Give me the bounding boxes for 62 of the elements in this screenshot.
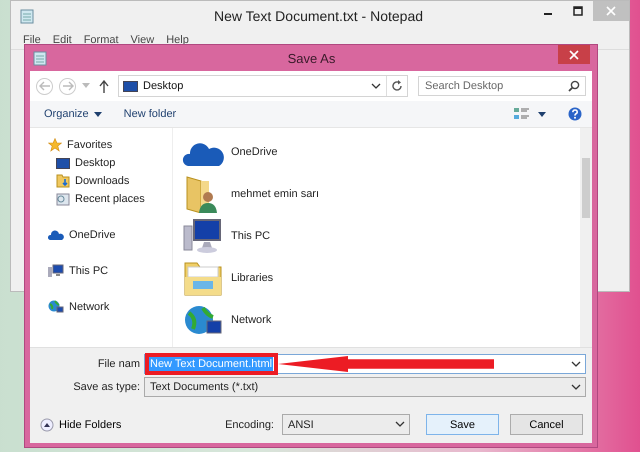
sidebar-item[interactable]: OneDrive [30,226,172,244]
file-list-item[interactable]: Network [181,300,580,340]
desktop-icon [56,158,70,168]
menu-item[interactable]: Edit [46,34,78,46]
maximize-icon [573,6,583,16]
network-icon [48,300,64,314]
search-field[interactable]: Search Desktop [418,76,586,96]
caret-icon [371,82,381,90]
encoding-dropdown[interactable]: ANSI [282,414,410,435]
star-icon [48,138,62,152]
save-type-dropdown[interactable]: Text Documents (*.txt) [144,377,586,397]
view-options-icon[interactable] [514,107,530,121]
close-button[interactable] [558,45,590,64]
sidebar-item[interactable]: Favorites [30,136,172,154]
file-list-item[interactable]: Libraries [181,258,580,298]
file-list-item[interactable]: OneDrive [181,132,580,172]
new-folder-button[interactable]: New folder [124,108,176,120]
menu-item[interactable]: Format [78,34,125,46]
forward-arrow-icon [62,81,74,91]
cancel-button[interactable]: Cancel [510,414,583,435]
field-label: Encoding: [225,418,274,430]
collapse-icon [40,418,54,432]
address-bar[interactable]: Desktop [118,75,408,97]
caret-icon[interactable] [538,112,546,116]
help-icon[interactable] [568,107,582,121]
computer-icon [48,264,64,278]
dialog-title: Save As [286,50,336,66]
caret-icon [94,112,102,116]
sidebar-item[interactable]: This PC [30,262,172,280]
organize-menu-button[interactable]: Organize [44,108,102,120]
menu-item[interactable]: File [17,34,47,46]
file-list-item[interactable]: mehmet emin sarı [181,174,580,214]
search-icon [568,80,580,92]
close-icon [569,50,579,60]
sidebar-item[interactable]: Downloads [30,172,172,190]
desktop-icon [123,80,138,92]
scrollbar[interactable] [580,128,592,347]
field-label: File nam [96,358,140,370]
recent-places-icon [56,192,70,206]
save-button[interactable]: Save [426,414,499,435]
window-title: New Text Document.txt - Notepad [212,8,424,24]
sidebar-item[interactable]: Desktop [30,154,172,172]
sidebar-item[interactable]: Network [30,298,172,316]
hide-folders-button[interactable]: Hide Folders [40,418,122,432]
up-arrow-icon[interactable] [99,80,109,92]
refresh-icon[interactable] [391,80,403,92]
recent-caret-icon [82,83,90,89]
minimize-icon [544,13,552,15]
close-icon [606,6,616,16]
downloads-folder-icon [56,174,70,188]
cloud-icon [48,230,64,240]
caret-icon [571,360,581,368]
menu-item[interactable]: Help [160,34,195,46]
file-list-item[interactable]: This PC [181,216,580,256]
menu-item[interactable]: View [124,34,160,46]
field-label: Save as type: [72,381,140,393]
notepad-icon [20,8,34,24]
back-arrow-icon [38,81,50,91]
sidebar-item[interactable]: Recent places [30,190,172,208]
caret-icon [571,384,581,390]
notepad-icon [33,50,47,66]
caret-icon [395,421,405,428]
